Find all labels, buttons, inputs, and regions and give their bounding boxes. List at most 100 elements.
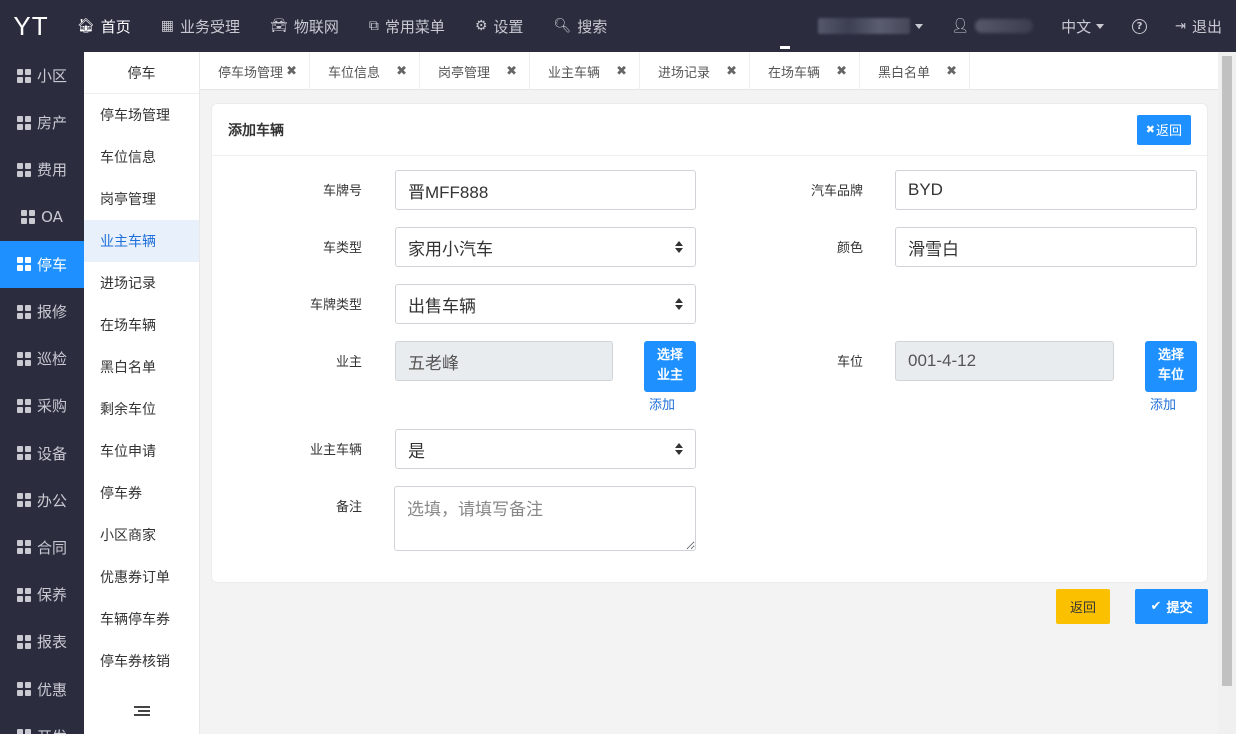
table-icon: ▦ — [160, 18, 175, 34]
submenu-item-entry-records[interactable]: 进场记录 — [84, 262, 199, 304]
close-icon[interactable]: ✖ — [726, 64, 737, 79]
nav-label: 业务受理 — [180, 17, 241, 36]
submenu-item-vehicles-present[interactable]: 在场车辆 — [84, 304, 199, 346]
sidebar-item-contract[interactable]: 合同 — [0, 524, 84, 571]
sidebar-item-label: 小区 — [36, 67, 67, 86]
app-logo[interactable]: YT — [0, 0, 62, 52]
tab-owner-vehicle[interactable]: 业主车辆 ✖ — [530, 52, 640, 90]
tab-label: 业主车辆 — [548, 65, 601, 81]
tab-parking-lot[interactable]: 停车场管理 ✖ — [200, 52, 310, 90]
choose-owner-button[interactable]: 选择 业主 — [644, 341, 696, 392]
submenu-item-vehicle-coupon[interactable]: 车辆停车券 — [84, 598, 199, 640]
add-owner-link[interactable]: 添加 — [649, 394, 675, 413]
back-button-top[interactable]: ✖ 返回 — [1136, 114, 1191, 145]
sidebar-item-discount[interactable]: 优惠 — [0, 665, 84, 712]
help-button[interactable]: ? — [1118, 0, 1161, 52]
submenu-item-booth[interactable]: 岗亭管理 — [84, 178, 199, 220]
community-dropdown[interactable] — [804, 0, 937, 52]
top-right-menu: 👤︎ 中文 ? ⇥ 退出 — [804, 0, 1236, 52]
submenu-item-remaining-spaces[interactable]: 剩余车位 — [84, 388, 199, 430]
remark-textarea[interactable] — [394, 486, 696, 551]
sidebar-item-community[interactable]: 小区 — [0, 52, 84, 99]
tab-entry-records[interactable]: 进场记录 ✖ — [640, 52, 750, 90]
car-brand-input[interactable]: BYD — [895, 170, 1197, 210]
nav-home[interactable]: 🏠︎ 首页 — [62, 0, 146, 52]
sidebar-item-parking[interactable]: 停车 — [0, 240, 84, 288]
page-scrollbar[interactable] — [1218, 52, 1236, 734]
tab-label: 车位信息 — [328, 65, 381, 81]
close-icon[interactable]: ✖ — [946, 64, 957, 79]
nav-iot[interactable]: 🚘︎ 物联网 — [255, 0, 354, 52]
submenu-item-space-info[interactable]: 车位信息 — [84, 136, 199, 178]
close-icon[interactable]: ✖ — [506, 64, 517, 79]
language-dropdown[interactable]: 中文 — [1047, 0, 1118, 52]
redacted-community — [818, 18, 911, 34]
submenu-item-parking-coupon[interactable]: 停车券 — [84, 472, 199, 514]
submenu-item-space-application[interactable]: 车位申请 — [84, 430, 199, 472]
parking-space-label: 车位 — [836, 355, 863, 370]
sidebar-item-property[interactable]: 房产 — [0, 99, 84, 146]
grid-icon — [21, 210, 36, 225]
return-button[interactable]: 返回 — [1056, 589, 1110, 624]
sidebar-item-office[interactable]: 办公 — [0, 477, 84, 524]
remark-label: 备注 — [335, 500, 362, 515]
nav-search[interactable]: 🔍︎ 搜索 — [538, 0, 622, 52]
sidebar-item-fees[interactable]: 费用 — [0, 146, 84, 193]
choose-space-button[interactable]: 选择 车位 — [1145, 341, 1197, 392]
top-nav: 🏠︎ 首页 ▦ 业务受理 🚘︎ 物联网 ⧉ 常用菜单 ⚙ 设置 🔍︎ 搜索 — [62, 0, 622, 52]
card-title: 添加车辆 — [228, 122, 284, 139]
submenu-item-coupon-orders[interactable]: 优惠券订单 — [84, 556, 199, 598]
submenu-item-black-white-list[interactable]: 黑白名单 — [84, 346, 199, 388]
tab-space-info[interactable]: 车位信息 ✖ — [310, 52, 420, 90]
plate-type-value: 出售车辆 — [408, 296, 476, 316]
tab-label: 停车场管理 — [218, 65, 284, 81]
submenu-item-owner-vehicle[interactable]: 业主车辆 — [84, 220, 199, 262]
sidebar-item-reports[interactable]: 报表 — [0, 618, 84, 665]
grid-icon — [16, 587, 31, 602]
sidebar-item-repair[interactable]: 报修 — [0, 288, 84, 335]
sidebar-item-develop[interactable]: 开发 — [0, 713, 84, 734]
sidebar-item-equipment[interactable]: 设备 — [0, 430, 84, 477]
submenu-item-merchants[interactable]: 小区商家 — [84, 514, 199, 556]
sidebar-item-oa[interactable]: OA — [0, 194, 84, 241]
submenu-item-coupon-redeem[interactable]: 停车券核销 — [84, 640, 199, 682]
close-icon[interactable]: ✖ — [616, 64, 627, 79]
submit-button[interactable]: ✔ 提交 — [1135, 589, 1208, 624]
color-input[interactable]: 滑雪白 — [895, 227, 1197, 267]
close-icon[interactable]: ✖ — [836, 64, 847, 79]
nav-label: 物联网 — [293, 17, 339, 36]
plate-number-input[interactable]: 晋MFF888 — [395, 170, 696, 210]
tab-label: 在场车辆 — [768, 65, 821, 81]
tab-black-white-list[interactable]: 黑白名单 ✖ — [860, 52, 970, 90]
nav-label: 首页 — [100, 17, 131, 36]
grid-icon — [16, 398, 31, 413]
plate-number-label: 车牌号 — [322, 184, 362, 199]
nav-common-menu[interactable]: ⧉ 常用菜单 — [354, 0, 460, 52]
sidebar-item-purchase[interactable]: 采购 — [0, 382, 84, 429]
add-space-link[interactable]: 添加 — [1150, 394, 1176, 413]
nav-business[interactable]: ▦ 业务受理 — [146, 0, 255, 52]
close-icon[interactable]: ✖ — [286, 64, 297, 79]
sidebar-item-maintenance[interactable]: 保养 — [0, 571, 84, 618]
grid-icon — [16, 115, 31, 130]
car-type-select[interactable]: 家用小汽车 — [395, 227, 696, 267]
select-arrows-icon — [675, 241, 683, 253]
nav-label: 搜索 — [577, 17, 608, 36]
car-icon: 🚘︎ — [270, 18, 288, 34]
close-icon[interactable]: ✖ — [396, 64, 407, 79]
owner-input: 五老峰 — [395, 341, 613, 381]
tab-vehicles-present[interactable]: 在场车辆 ✖ — [750, 52, 860, 90]
submenu-item-parking-lot[interactable]: 停车场管理 — [84, 94, 199, 136]
grid-icon — [16, 634, 31, 649]
collapse-menu-button[interactable] — [84, 703, 200, 722]
plate-type-select[interactable]: 出售车辆 — [395, 284, 696, 324]
scrollbar-thumb[interactable] — [1222, 56, 1232, 686]
home-icon: 🏠︎ — [77, 18, 95, 34]
logout-button[interactable]: ⇥ 退出 — [1161, 0, 1236, 52]
tab-booth[interactable]: 岗亭管理 ✖ — [420, 52, 530, 90]
user-dropdown[interactable]: 👤︎ — [937, 0, 1047, 52]
owner-vehicle-select[interactable]: 是 — [395, 429, 696, 469]
grid-icon — [16, 493, 31, 508]
sidebar-item-inspection[interactable]: 巡检 — [0, 335, 84, 382]
nav-settings[interactable]: ⚙ 设置 — [460, 0, 539, 52]
